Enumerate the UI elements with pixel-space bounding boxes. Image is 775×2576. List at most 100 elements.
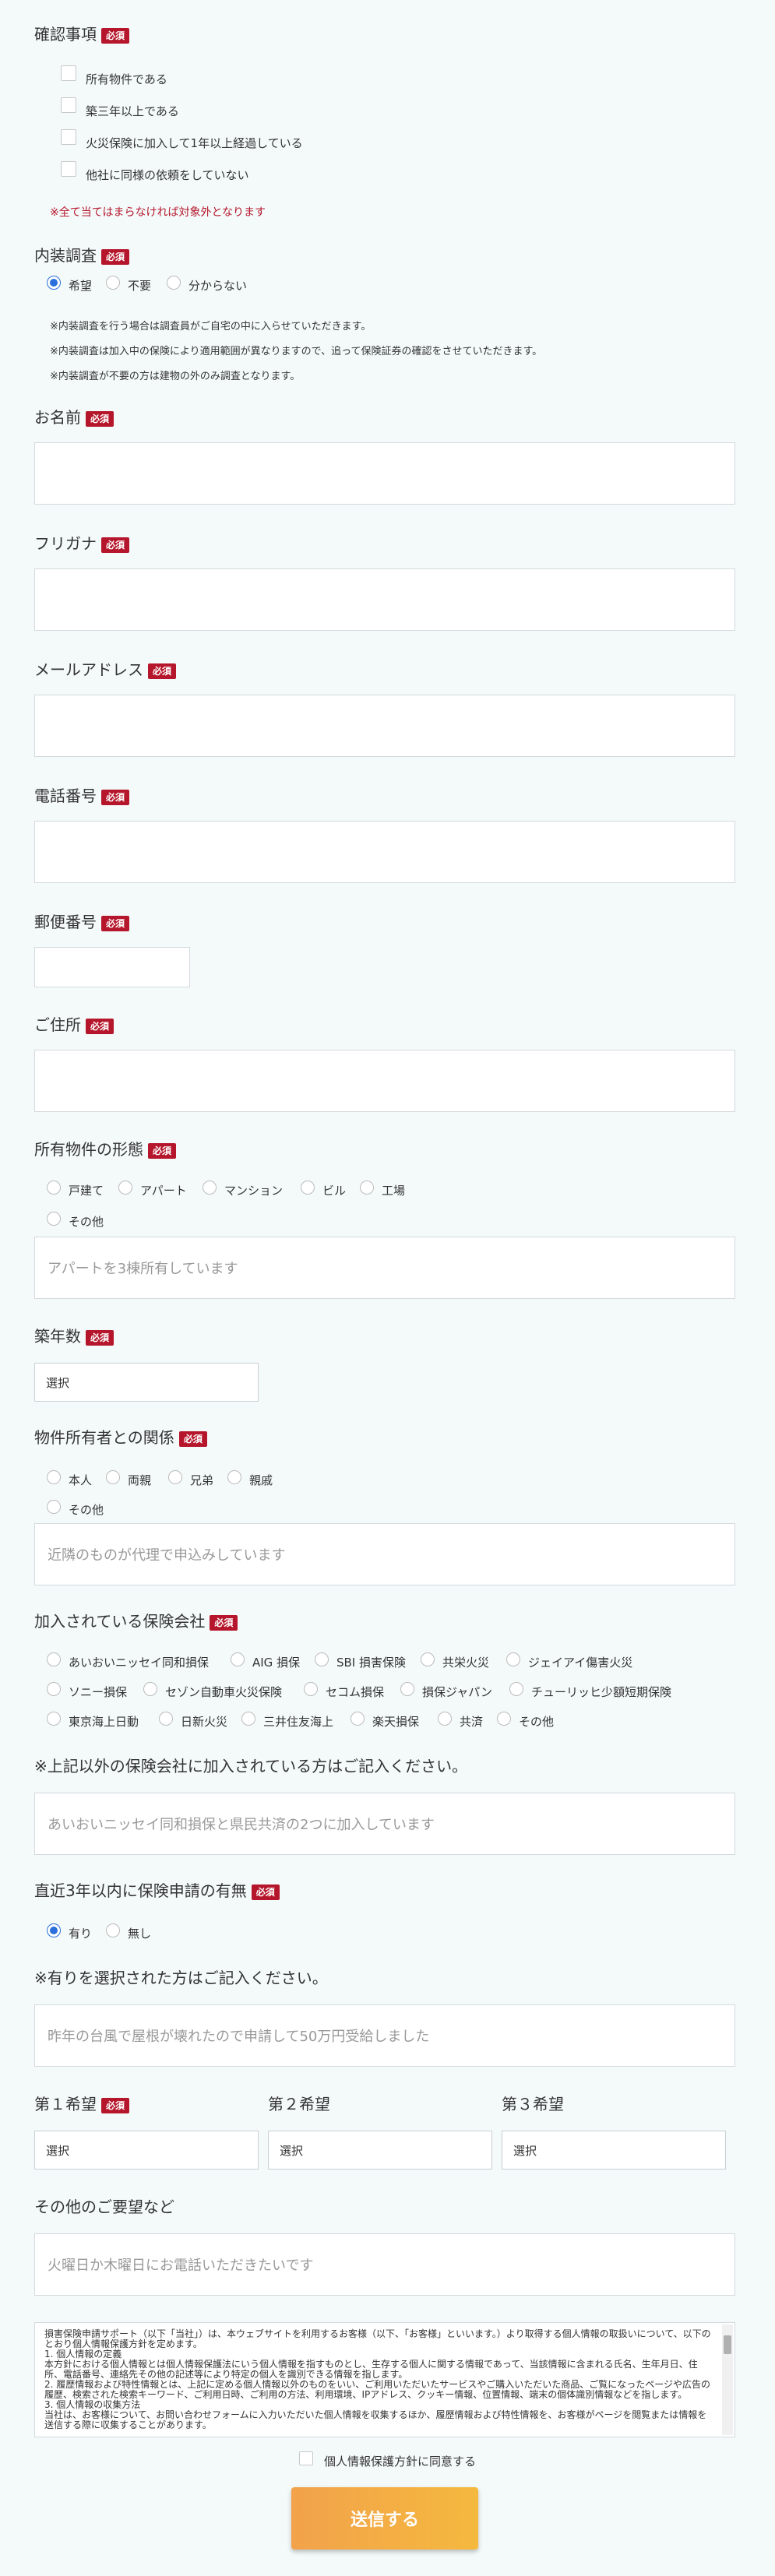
relation-radio-relatives[interactable] xyxy=(227,1470,241,1484)
insurer-other-placeholder: あいおいニッセイ同和損保と県民共済の2つに加入しています xyxy=(48,1817,435,1833)
required-badge: 必須 xyxy=(148,663,177,679)
insurer-radio[interactable] xyxy=(438,1712,452,1726)
insurer-option-label: あいおいニッセイ同和損保 xyxy=(69,1656,210,1670)
interior-radio-no[interactable] xyxy=(106,276,120,290)
property-option-label: その他 xyxy=(69,1215,104,1229)
confirm-checkbox-4[interactable] xyxy=(61,161,76,177)
interior-option-label: 分からない xyxy=(188,279,248,293)
relation-radio-parents[interactable] xyxy=(106,1470,120,1484)
name-input[interactable] xyxy=(34,442,735,505)
property-radio-house[interactable] xyxy=(47,1181,61,1195)
insurer-radio[interactable] xyxy=(400,1682,414,1696)
age-section-title: 築年数 必須 xyxy=(34,1324,114,1346)
privacy-scroll-thumb[interactable] xyxy=(724,2335,731,2354)
insurer-radio[interactable] xyxy=(159,1712,173,1726)
interior-note-1: ※内装調査を行う場合は調査員がご自宅の中に入らせていただきます。 xyxy=(50,321,372,333)
name-section-title: お名前 必須 xyxy=(34,405,114,428)
insurer-radio[interactable] xyxy=(241,1712,255,1726)
phone-input[interactable] xyxy=(34,821,735,883)
wish2-select[interactable]: 選択 xyxy=(268,2131,492,2170)
address-input[interactable] xyxy=(34,1050,735,1112)
relation-label: 物件所有者との関係 xyxy=(34,1428,174,1447)
insurer-radio[interactable] xyxy=(315,1652,329,1666)
required-badge: 必須 xyxy=(86,1018,114,1034)
privacy-agree-checkbox[interactable] xyxy=(299,2451,313,2465)
interior-radio-yes[interactable] xyxy=(47,276,61,290)
insurer-radio[interactable] xyxy=(506,1652,520,1666)
phone-section-title: 電話番号 必須 xyxy=(34,783,130,806)
relation-section-title: 物件所有者との関係 必須 xyxy=(34,1425,207,1448)
other-placeholder: 火曜日か木曜日にお電話いただきたいです xyxy=(48,2258,314,2274)
required-badge: 必須 xyxy=(86,410,114,427)
property-radio-building[interactable] xyxy=(301,1181,315,1195)
privacy-policy-text: 損害保険申請サポート（以下「当社」）は、本ウェブサイトを利用するお客様（以下、「… xyxy=(44,2328,711,2430)
insurer-option-label: セゾン自動車火災保険 xyxy=(165,1685,283,1699)
insurer-radio[interactable] xyxy=(231,1652,245,1666)
required-badge: 必須 xyxy=(101,2097,130,2113)
insurer-option-label: 日新火災 xyxy=(181,1715,228,1729)
relation-radio-other[interactable] xyxy=(47,1500,61,1514)
insurer-radio[interactable] xyxy=(47,1652,61,1666)
confirm-label: 確認事項 xyxy=(34,25,97,44)
interior-option-label: 不要 xyxy=(128,279,152,293)
property-detail-placeholder: アパートを3棟所有しています xyxy=(48,1261,238,1277)
privacy-policy-box[interactable]: 損害保険申請サポート（以下「当社」）は、本ウェブサイトを利用するお客様（以下、「… xyxy=(34,2322,735,2437)
property-radio-factory[interactable] xyxy=(360,1181,374,1195)
required-badge: 必須 xyxy=(178,1431,207,1447)
relation-option-label: 兄弟 xyxy=(190,1473,214,1487)
email-label: メールアドレス xyxy=(34,660,143,679)
property-radio-apartment[interactable] xyxy=(118,1181,132,1195)
claim-detail-input[interactable]: 昨年の台風で屋根が壊れたので申請して50万円受給しました xyxy=(34,2004,735,2067)
insurer-option-label: その他 xyxy=(519,1715,555,1729)
insurer-label: 加入されている保険会社 xyxy=(34,1612,206,1631)
other-label: その他のご要望など xyxy=(34,2198,174,2216)
insurer-radio[interactable] xyxy=(47,1712,61,1726)
insurer-radio[interactable] xyxy=(421,1652,435,1666)
zip-section-title: 郵便番号 必須 xyxy=(34,910,130,932)
property-radio-other[interactable] xyxy=(47,1212,61,1226)
required-badge: 必須 xyxy=(101,789,130,805)
claim-radio-yes[interactable] xyxy=(47,1923,61,1937)
confirm-item-label: 火災保険に加入して1年以上経過している xyxy=(86,136,303,150)
interior-radio-unknown[interactable] xyxy=(167,276,181,290)
zip-input[interactable] xyxy=(34,947,190,987)
confirm-checkbox-3[interactable] xyxy=(61,129,76,145)
property-option-label: マンション xyxy=(224,1184,284,1198)
insurer-radio[interactable] xyxy=(509,1682,523,1696)
age-select[interactable]: 選択 xyxy=(34,1363,259,1402)
property-radio-mansion[interactable] xyxy=(203,1181,217,1195)
required-badge: 必須 xyxy=(101,915,130,931)
property-detail-input[interactable]: アパートを3棟所有しています xyxy=(34,1237,735,1299)
insurer-radio[interactable] xyxy=(143,1682,157,1696)
wish3-select[interactable]: 選択 xyxy=(502,2131,726,2170)
wish1-select[interactable]: 選択 xyxy=(34,2131,259,2170)
wish3-label: 第３希望 xyxy=(502,2095,564,2113)
privacy-scrollbar[interactable] xyxy=(722,2324,733,2435)
email-input[interactable] xyxy=(34,695,735,757)
other-input[interactable]: 火曜日か木曜日にお電話いただきたいです xyxy=(34,2233,735,2296)
interior-option-label: 希望 xyxy=(69,279,93,293)
insurer-option-label: ジェイアイ傷害火災 xyxy=(528,1656,633,1670)
insurer-radio[interactable] xyxy=(351,1712,365,1726)
claim-detail-label: ※有りを選択された方はご記入ください。 xyxy=(34,1969,328,1987)
confirm-checkbox-2[interactable] xyxy=(61,97,76,113)
confirm-checkbox-1[interactable] xyxy=(61,65,76,81)
name-label: お名前 xyxy=(34,408,81,427)
insurer-radio[interactable] xyxy=(497,1712,511,1726)
claim-label: 直近3年以内に保険申請の有無 xyxy=(34,1881,247,1900)
relation-radio-self[interactable] xyxy=(47,1470,61,1484)
relation-detail-input[interactable]: 近隣のものが代理で申込みしています xyxy=(34,1523,735,1585)
confirm-item-label: 他社に同様の依頼をしていない xyxy=(86,168,249,182)
relation-radio-siblings[interactable] xyxy=(168,1470,182,1484)
insurer-option-label: 楽天損保 xyxy=(372,1715,420,1729)
insurer-radio[interactable] xyxy=(47,1682,61,1696)
insurer-other-input[interactable]: あいおいニッセイ同和損保と県民共済の2つに加入しています xyxy=(34,1793,735,1855)
claim-radio-no[interactable] xyxy=(106,1923,120,1937)
furigana-label: フリガナ xyxy=(34,534,97,553)
claim-detail-placeholder: 昨年の台風で屋根が壊れたので申請して50万円受給しました xyxy=(48,2029,430,2045)
submit-button[interactable]: 送信する xyxy=(291,2487,478,2550)
insurer-radio[interactable] xyxy=(304,1682,318,1696)
insurer-option-label: セコム損保 xyxy=(326,1685,385,1699)
confirm-item-label: 築三年以上である xyxy=(86,104,179,118)
furigana-input[interactable] xyxy=(34,568,735,631)
